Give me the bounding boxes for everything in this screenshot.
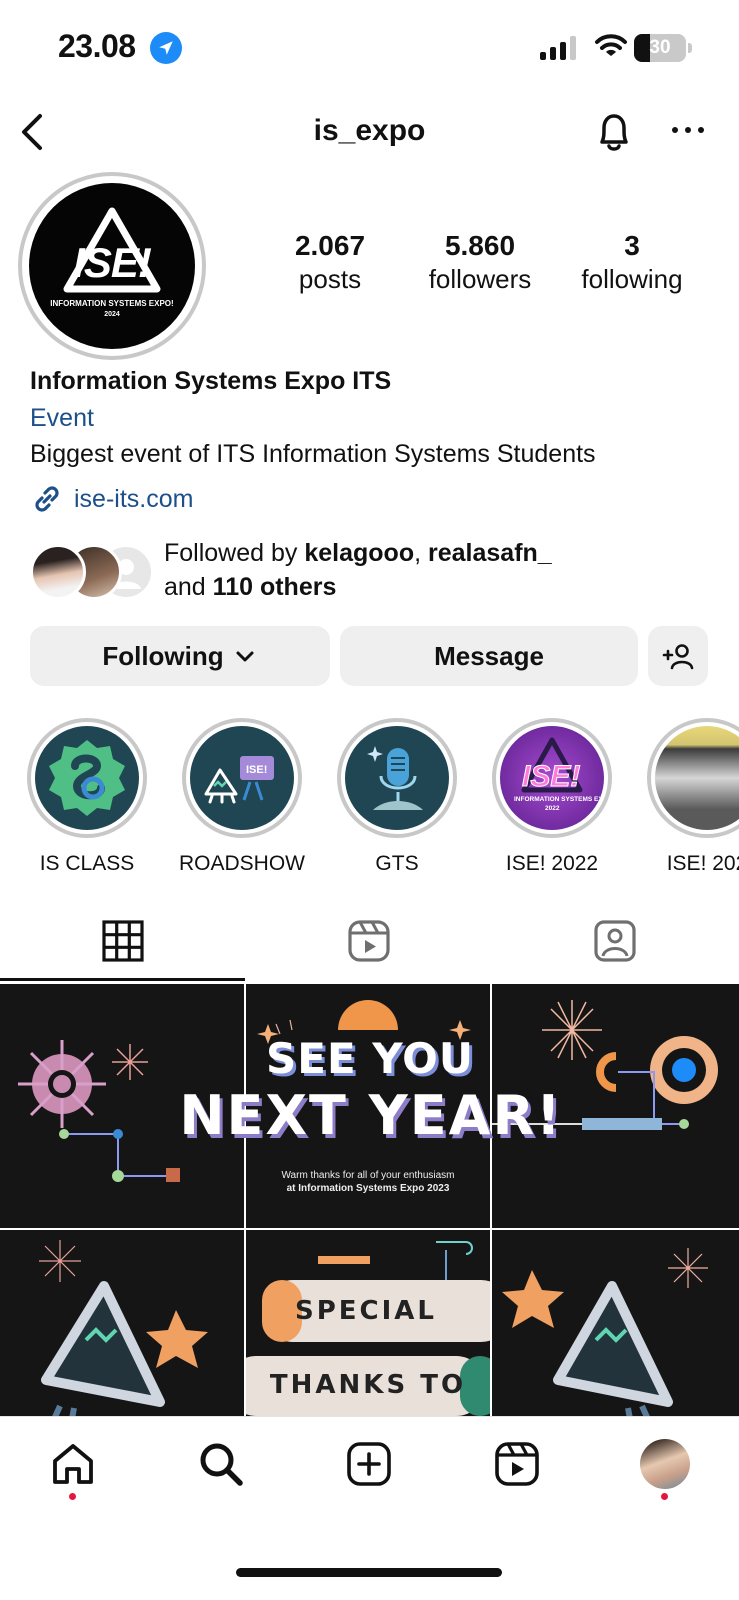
highlight-label: IS CLASS (39, 852, 135, 875)
profile-link[interactable]: ise-its.com (30, 482, 720, 516)
profile-stats: 2.067 posts 5.860 followers 3 following (0, 230, 739, 300)
following-button-label: Following (102, 640, 224, 671)
stat-following-value: 3 (624, 230, 640, 261)
followed-by-and: and (164, 573, 206, 601)
active-tab-indicator (0, 978, 245, 981)
avatar-logo-subtitle: INFORMATION SYSTEMS EXPO! (50, 299, 174, 308)
create-post-icon[interactable] (344, 1439, 394, 1489)
highlight-ring (337, 718, 457, 838)
followed-by-text: Followed by kelagooo, realasafn_ and 110… (164, 536, 552, 604)
battery-tip (688, 43, 692, 53)
followed-by-user1[interactable]: kelagooo (304, 539, 414, 567)
stat-followers-value: 5.860 (444, 230, 516, 261)
more-options-icon[interactable] (668, 108, 708, 152)
followed-by-others[interactable]: 110 others (213, 573, 337, 601)
profile-header: is_expo (0, 100, 739, 166)
post-thanks-text: THANKS TO (269, 1370, 467, 1400)
profile-bio: Information Systems Expo ITS Event Bigge… (30, 366, 720, 516)
highlight-cover: ISE! INFORMATION SYSTEMS EXPO 2022 (500, 726, 604, 830)
highlight-ring (27, 718, 147, 838)
message-button[interactable]: Message (340, 626, 638, 686)
profile-link-text[interactable]: ise-its.com (74, 485, 193, 514)
home-indicator (236, 1568, 502, 1577)
following-button[interactable]: Following (30, 626, 330, 686)
stat-following[interactable]: 3 following (562, 230, 702, 296)
highlight-ise-2022[interactable]: ISE! INFORMATION SYSTEMS EXPO 2022 ISE! … (482, 718, 622, 876)
highlight-roadshow[interactable]: ISE! ROADSHOW (172, 718, 312, 876)
message-button-label: Message (434, 640, 544, 671)
search-icon[interactable] (196, 1439, 246, 1489)
profile-display-name: Information Systems Expo ITS (30, 367, 392, 395)
home-notification-dot (69, 1493, 76, 1500)
highlight-label: ROADSHOW (179, 852, 305, 875)
followed-by-user2[interactable]: realasafn_ (428, 539, 552, 567)
location-arrow-icon (150, 32, 182, 64)
post-tile[interactable] (0, 1230, 244, 1416)
reels-icon[interactable] (492, 1439, 542, 1489)
battery-icon: 30 (634, 34, 686, 62)
status-time: 23.08 (58, 28, 136, 64)
avatar-logo-year: 2024 (104, 311, 120, 318)
post-special-text: SPECIAL (295, 1296, 437, 1326)
add-person-icon (662, 644, 694, 670)
highlight-cover (345, 726, 449, 830)
link-icon (35, 486, 59, 512)
grid-icon[interactable] (100, 918, 146, 964)
stat-followers[interactable]: 5.860 followers (410, 230, 550, 296)
followed-by-prefix: Followed by (164, 539, 298, 567)
followed-by-section[interactable]: Followed by kelagooo, realasafn_ and 110… (30, 536, 720, 606)
banner-caption-1: Warm thanks for all of your enthusiasm (281, 1170, 455, 1181)
highlight-gts[interactable]: GTS (327, 718, 467, 876)
highlight-cover (655, 726, 739, 830)
notification-bell-icon[interactable] (594, 108, 634, 156)
svg-text:2022: 2022 (545, 805, 560, 812)
highlight-label: ISE! 202 (666, 852, 739, 875)
status-bar: 23.08 30 (0, 0, 739, 100)
post-tile-special[interactable]: SPECIAL THANKS TO (246, 1230, 490, 1416)
highlight-label: ISE! 2022 (505, 852, 599, 875)
banner-caption-2: at Information Systems Expo 2023 (286, 1183, 450, 1194)
highlight-ise-2023[interactable]: ISE! 202 (637, 718, 739, 876)
highlight-cover: ISE! (190, 726, 294, 830)
posts-grid: SEE YOU NEXT YEAR! Warm thanks for all o… (0, 984, 739, 1416)
svg-text:INFORMATION SYSTEMS EXPO: INFORMATION SYSTEMS EXPO (514, 796, 604, 803)
wifi-icon (595, 34, 627, 56)
stat-followers-label: followers (428, 264, 532, 294)
stat-posts[interactable]: 2.067 posts (260, 230, 400, 296)
post-tile[interactable] (492, 1230, 739, 1416)
banner-see-you: SEE YOU (266, 1034, 474, 1083)
profile-tabs (0, 900, 739, 982)
tagged-tab-icon[interactable] (592, 918, 638, 964)
reels-tab-icon[interactable] (346, 918, 392, 964)
home-icon[interactable] (48, 1439, 98, 1489)
stat-following-label: following (581, 264, 683, 294)
svg-text:ISE!: ISE! (246, 764, 267, 776)
chevron-down-icon (236, 651, 254, 662)
suggest-people-button[interactable] (648, 626, 708, 686)
stat-posts-value: 2.067 (294, 230, 366, 261)
svg-text:ISE!: ISE! (522, 760, 580, 793)
profile-notification-dot (661, 1493, 668, 1500)
banner-next-year: NEXT YEAR! (179, 1084, 563, 1147)
highlight-ring (647, 718, 739, 838)
highlight-ring: ISE! INFORMATION SYSTEMS EXPO 2022 (492, 718, 612, 838)
highlight-ring: ISE! (182, 718, 302, 838)
highlight-label: GTS (375, 852, 419, 875)
highlight-is-class[interactable]: IS CLASS (17, 718, 157, 876)
highlight-cover (35, 726, 139, 830)
cellular-signal-icon (540, 36, 576, 60)
battery-percentage: 30 (649, 37, 671, 58)
followed-by-separator: , (414, 539, 422, 567)
follower-avatar-kelagooo (30, 544, 86, 600)
profile-avatar-tab[interactable] (640, 1439, 690, 1489)
profile-category: Event (30, 404, 94, 432)
stat-posts-label: posts (298, 264, 362, 294)
profile-description: Biggest event of ITS Information Systems… (30, 440, 596, 468)
